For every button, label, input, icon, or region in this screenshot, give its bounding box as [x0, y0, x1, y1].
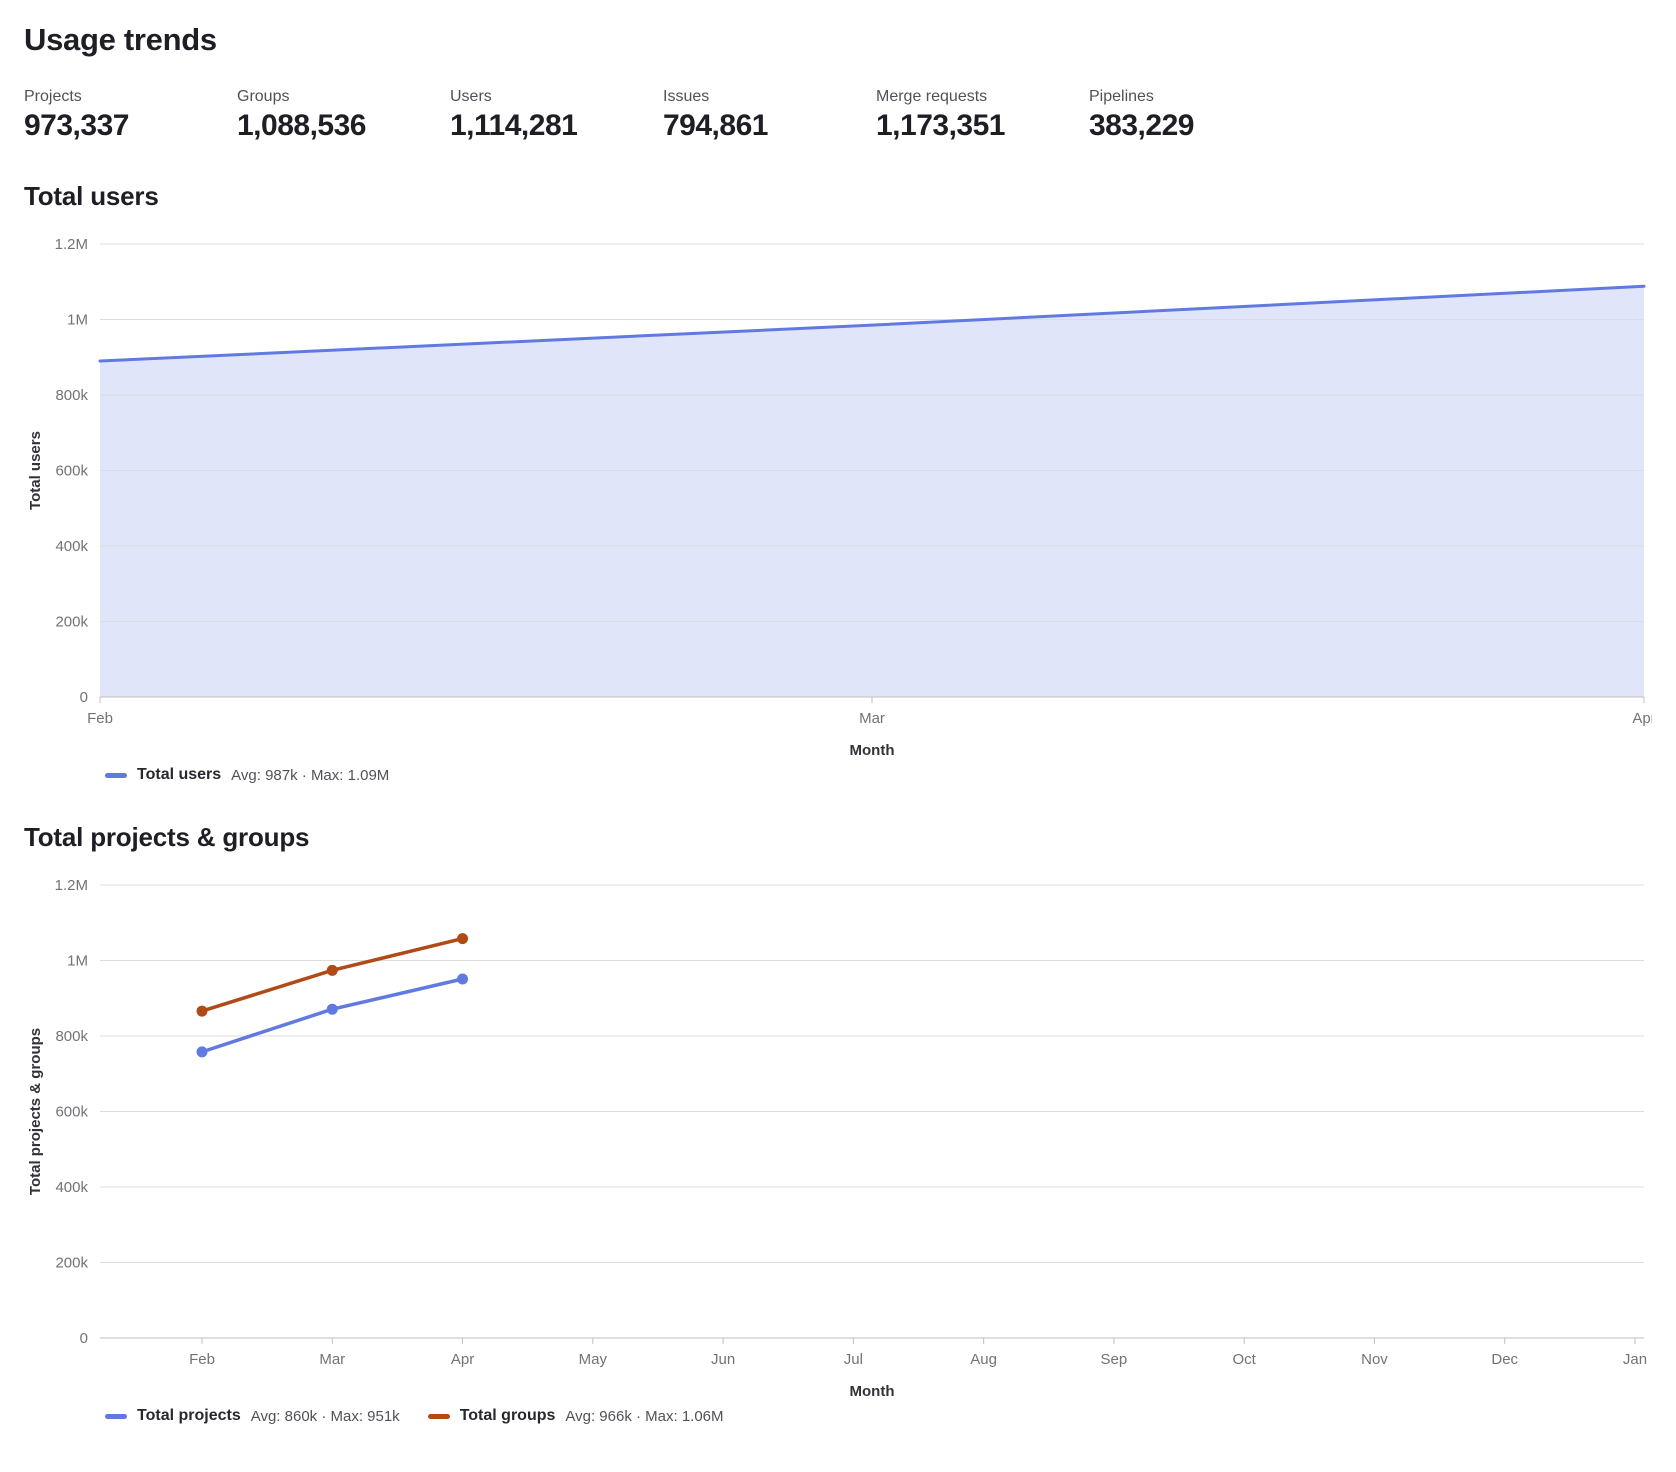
x-tick-label: Mar: [859, 710, 885, 727]
stat-groups: Groups 1,088,536: [237, 88, 450, 143]
y-tick-label: 600k: [55, 1104, 88, 1121]
stat-value: 1,088,536: [237, 109, 450, 143]
x-tick-label: Nov: [1361, 1351, 1388, 1368]
stat-pipelines: Pipelines 383,229: [1089, 88, 1302, 143]
y-tick-label: 600k: [55, 463, 88, 480]
y-tick-label: 400k: [55, 538, 88, 555]
stat-issues: Issues 794,861: [663, 88, 876, 143]
area-fill: [100, 286, 1644, 697]
x-tick-label: Dec: [1491, 1351, 1518, 1368]
x-tick-label: Sep: [1101, 1351, 1128, 1368]
y-tick-label: 1M: [67, 953, 88, 970]
data-point: [457, 933, 468, 944]
legend-item-total-users[interactable]: Total users Avg: 987k · Max: 1.09M: [105, 766, 389, 784]
data-point: [197, 1006, 208, 1017]
stat-label: Projects: [24, 88, 237, 106]
y-tick-label: 800k: [55, 1028, 88, 1045]
stat-value: 973,337: [24, 109, 237, 143]
x-tick-label: Aug: [970, 1351, 997, 1368]
stat-value: 1,114,281: [450, 109, 663, 143]
y-tick-label: 0: [80, 689, 88, 706]
legend-dash-icon: [428, 1414, 450, 1419]
y-axis-title: Total users: [27, 431, 44, 510]
legend-dash-icon: [105, 773, 127, 778]
plot-area: 0 200k 400k 600k 800k 1M 1.2M Feb Mar Apr May Jun Ju…: [27, 877, 1647, 1400]
legend-item-total-projects[interactable]: Total projects Avg: 860k · Max: 951k: [105, 1407, 400, 1425]
section-title-total-users: Total users: [24, 181, 1652, 212]
legend-series-stats: Avg: 987k · Max: 1.09M: [231, 767, 389, 784]
x-tick-label: Oct: [1233, 1351, 1257, 1368]
stat-label: Merge requests: [876, 88, 1089, 106]
plot-area: 0 200k 400k 600k 800k 1M 1.2M Feb Mar Apr Month Tot…: [27, 236, 1652, 759]
legend-series-name: Total groups: [460, 1407, 556, 1425]
y-tick-label: 1.2M: [55, 236, 88, 253]
legend-item-total-groups[interactable]: Total groups Avg: 966k · Max: 1.06M: [428, 1407, 724, 1425]
total-projects-groups-section: Total projects & groups 0 200k 400k 600k 800…: [24, 822, 1652, 1425]
total-projects-groups-legend: Total projects Avg: 860k · Max: 951k Tot…: [105, 1407, 1652, 1425]
stat-label: Users: [450, 88, 663, 106]
data-point: [457, 973, 468, 984]
x-tick-label: Jul: [844, 1351, 863, 1368]
legend-series-name: Total projects: [137, 1407, 241, 1425]
total-users-chart[interactable]: 0 200k 400k 600k 800k 1M 1.2M Feb Mar Apr Month Tot…: [24, 220, 1652, 760]
x-tick-label: Jan: [1623, 1351, 1647, 1368]
x-tick-label: Apr: [451, 1351, 474, 1368]
stat-value: 794,861: [663, 109, 876, 143]
series-line: [202, 979, 463, 1052]
y-tick-label: 1M: [67, 312, 88, 329]
y-tick-label: 1.2M: [55, 877, 88, 894]
legend-series-stats: Avg: 966k · Max: 1.06M: [565, 1408, 723, 1425]
total-projects-groups-chart[interactable]: 0 200k 400k 600k 800k 1M 1.2M Feb Mar Apr May Jun Ju…: [24, 861, 1652, 1401]
stat-projects: Projects 973,337: [24, 88, 237, 143]
y-tick-label: 0: [80, 1330, 88, 1347]
stat-value: 1,173,351: [876, 109, 1089, 143]
x-axis-title: Month: [850, 742, 895, 759]
legend-series-stats: Avg: 860k · Max: 951k: [251, 1408, 400, 1425]
stat-users: Users 1,114,281: [450, 88, 663, 143]
stat-value: 383,229: [1089, 109, 1302, 143]
y-tick-label: 200k: [55, 1255, 88, 1272]
x-tick-label: Jun: [711, 1351, 735, 1368]
data-point: [197, 1046, 208, 1057]
stat-label: Pipelines: [1089, 88, 1302, 106]
x-tick-label: May: [579, 1351, 608, 1368]
y-tick-label: 800k: [55, 387, 88, 404]
total-users-legend: Total users Avg: 987k · Max: 1.09M: [105, 766, 1652, 784]
legend-series-name: Total users: [137, 766, 221, 784]
stat-label: Issues: [663, 88, 876, 106]
legend-dash-icon: [105, 1414, 127, 1419]
y-tick-label: 400k: [55, 1179, 88, 1196]
section-title-total-projects-groups: Total projects & groups: [24, 822, 1652, 853]
y-axis-title: Total projects & groups: [27, 1028, 44, 1195]
x-tick-label: Feb: [87, 710, 113, 727]
stats-row: Projects 973,337 Groups 1,088,536 Users …: [24, 88, 1652, 143]
x-axis-title: Month: [850, 1383, 895, 1400]
x-tick-label: Feb: [189, 1351, 215, 1368]
usage-trends-page: Usage trends Projects 973,337 Groups 1,0…: [24, 22, 1652, 1425]
y-tick-label: 200k: [55, 614, 88, 631]
data-point: [327, 1004, 338, 1015]
data-point: [327, 965, 338, 976]
total-users-section: Total users 0 200k 400k 600k 800k 1M 1.2M Feb Ma…: [24, 181, 1652, 784]
x-tick-label: Apr: [1632, 710, 1652, 727]
stat-label: Groups: [237, 88, 450, 106]
x-tick-label: Mar: [319, 1351, 345, 1368]
stat-merge-requests: Merge requests 1,173,351: [876, 88, 1089, 143]
page-title: Usage trends: [24, 22, 1652, 58]
